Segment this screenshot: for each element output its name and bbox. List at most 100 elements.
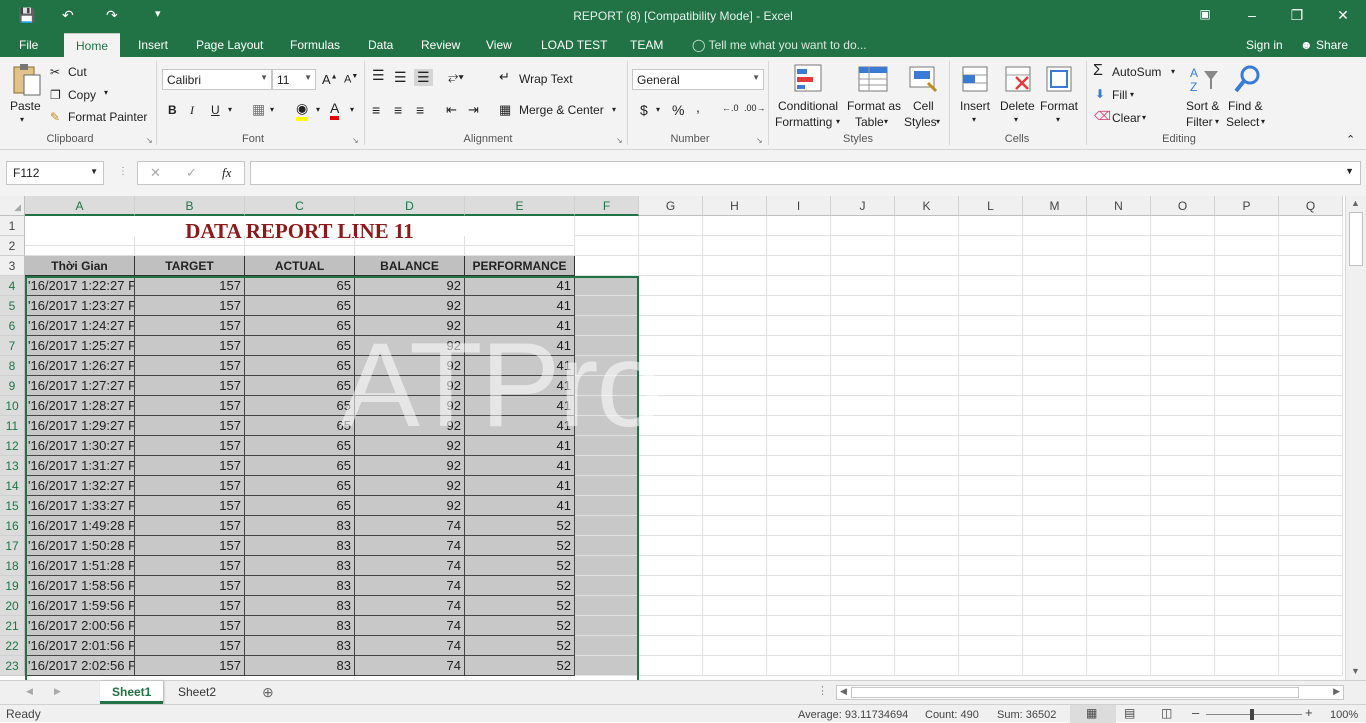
data-cell[interactable]: 157 [135, 556, 245, 576]
cell[interactable] [575, 436, 639, 456]
cell[interactable] [959, 256, 1023, 276]
data-cell[interactable]: 74 [355, 576, 465, 596]
cell[interactable] [1151, 356, 1215, 376]
cell[interactable] [831, 396, 895, 416]
decrease-indent-icon[interactable]: ⇤ [446, 102, 457, 118]
cell[interactable] [767, 356, 831, 376]
data-cell[interactable]: 83 [245, 556, 355, 576]
column-title-cell[interactable]: Thời Gian [25, 256, 135, 276]
scroll-left-icon[interactable]: ◀ [840, 686, 847, 697]
cell[interactable] [1087, 456, 1151, 476]
paste-dropdown-icon[interactable]: ▾ [20, 115, 24, 124]
cell[interactable] [767, 316, 831, 336]
column-header-c[interactable]: C [245, 196, 355, 216]
cell[interactable] [1279, 436, 1343, 456]
font-name-select[interactable]: Calibri ▼ [162, 69, 272, 90]
cell[interactable] [639, 356, 703, 376]
cell[interactable] [1215, 456, 1279, 476]
zoom-in-icon[interactable]: + [1305, 705, 1313, 720]
data-cell[interactable]: 92 [355, 356, 465, 376]
cell[interactable] [639, 496, 703, 516]
cell[interactable] [895, 576, 959, 596]
cell[interactable] [959, 396, 1023, 416]
cell[interactable] [1087, 396, 1151, 416]
cell[interactable] [895, 596, 959, 616]
cell[interactable] [1023, 556, 1087, 576]
column-title-cell[interactable]: ACTUAL [245, 256, 355, 276]
cell[interactable] [575, 256, 639, 276]
cell[interactable] [1279, 236, 1343, 256]
cell[interactable] [1151, 496, 1215, 516]
data-cell[interactable]: 92 [355, 476, 465, 496]
data-cell[interactable]: 157 [135, 356, 245, 376]
cell[interactable] [1279, 616, 1343, 636]
cell[interactable] [639, 416, 703, 436]
cell[interactable] [1215, 216, 1279, 236]
data-cell[interactable]: 157 [135, 296, 245, 316]
tab-view[interactable]: View [486, 38, 512, 52]
cell[interactable] [1151, 536, 1215, 556]
data-cell[interactable]: 74 [355, 636, 465, 656]
delete-cells-icon[interactable] [1002, 63, 1034, 95]
close-button[interactable]: ✕ [1333, 7, 1353, 24]
cell[interactable] [831, 516, 895, 536]
conditional-formatting-button[interactable]: Conditional [778, 99, 838, 113]
data-cell[interactable]: '16/2017 2:02:56 P [25, 656, 135, 676]
data-cell[interactable]: 157 [135, 436, 245, 456]
cell[interactable] [767, 616, 831, 636]
cell[interactable] [703, 536, 767, 556]
sheet-tab-sheet2[interactable]: Sheet2 [166, 681, 228, 704]
cell[interactable] [1279, 376, 1343, 396]
data-cell[interactable]: 83 [245, 516, 355, 536]
cell[interactable] [767, 516, 831, 536]
data-cell[interactable]: 157 [135, 276, 245, 296]
column-header-g[interactable]: G [639, 196, 703, 216]
cell[interactable] [575, 236, 639, 256]
cell[interactable] [831, 336, 895, 356]
cell[interactable] [767, 596, 831, 616]
sheet-tab-sheet1[interactable]: Sheet1 [100, 681, 164, 704]
cell[interactable] [1023, 356, 1087, 376]
cell[interactable] [703, 276, 767, 296]
cell[interactable] [895, 336, 959, 356]
sort-filter-button[interactable]: Sort & [1186, 99, 1219, 113]
data-cell[interactable]: 92 [355, 416, 465, 436]
data-cell[interactable]: 65 [245, 476, 355, 496]
cell[interactable] [1087, 276, 1151, 296]
cell[interactable] [831, 216, 895, 236]
data-cell[interactable]: 157 [135, 496, 245, 516]
data-cell[interactable]: 92 [355, 296, 465, 316]
decrease-decimal-icon[interactable]: .00→ [744, 103, 766, 113]
cell[interactable] [703, 316, 767, 336]
cell[interactable] [575, 276, 639, 296]
data-cell[interactable]: '16/2017 1:30:27 P [25, 436, 135, 456]
column-header-o[interactable]: O [1151, 196, 1215, 216]
data-cell[interactable]: '16/2017 2:00:56 P [25, 616, 135, 636]
data-cell[interactable]: 52 [465, 516, 575, 536]
cell[interactable] [767, 476, 831, 496]
data-cell[interactable]: '16/2017 1:26:27 P [25, 356, 135, 376]
data-cell[interactable]: 65 [245, 396, 355, 416]
cell[interactable] [1151, 416, 1215, 436]
cell[interactable] [959, 616, 1023, 636]
page-layout-view-icon[interactable]: ▤ [1124, 706, 1135, 720]
cell[interactable] [1023, 476, 1087, 496]
cell[interactable] [1023, 276, 1087, 296]
new-sheet-icon[interactable]: ⊕ [262, 684, 274, 701]
cell[interactable] [575, 296, 639, 316]
cell[interactable] [831, 416, 895, 436]
scroll-up-icon[interactable]: ▲ [1351, 198, 1360, 208]
conditional-formatting-icon[interactable] [793, 63, 825, 95]
row-header[interactable]: 20 [0, 596, 25, 616]
cell[interactable] [959, 456, 1023, 476]
cell[interactable] [25, 236, 135, 256]
name-box[interactable]: F112 ▼ [6, 161, 104, 185]
row-header[interactable]: 23 [0, 656, 25, 676]
cell[interactable] [959, 596, 1023, 616]
cell[interactable] [767, 416, 831, 436]
cell[interactable] [1087, 636, 1151, 656]
data-cell[interactable]: 41 [465, 476, 575, 496]
data-cell[interactable]: 52 [465, 596, 575, 616]
cell[interactable] [895, 256, 959, 276]
clear-button[interactable]: Clear [1112, 111, 1141, 125]
